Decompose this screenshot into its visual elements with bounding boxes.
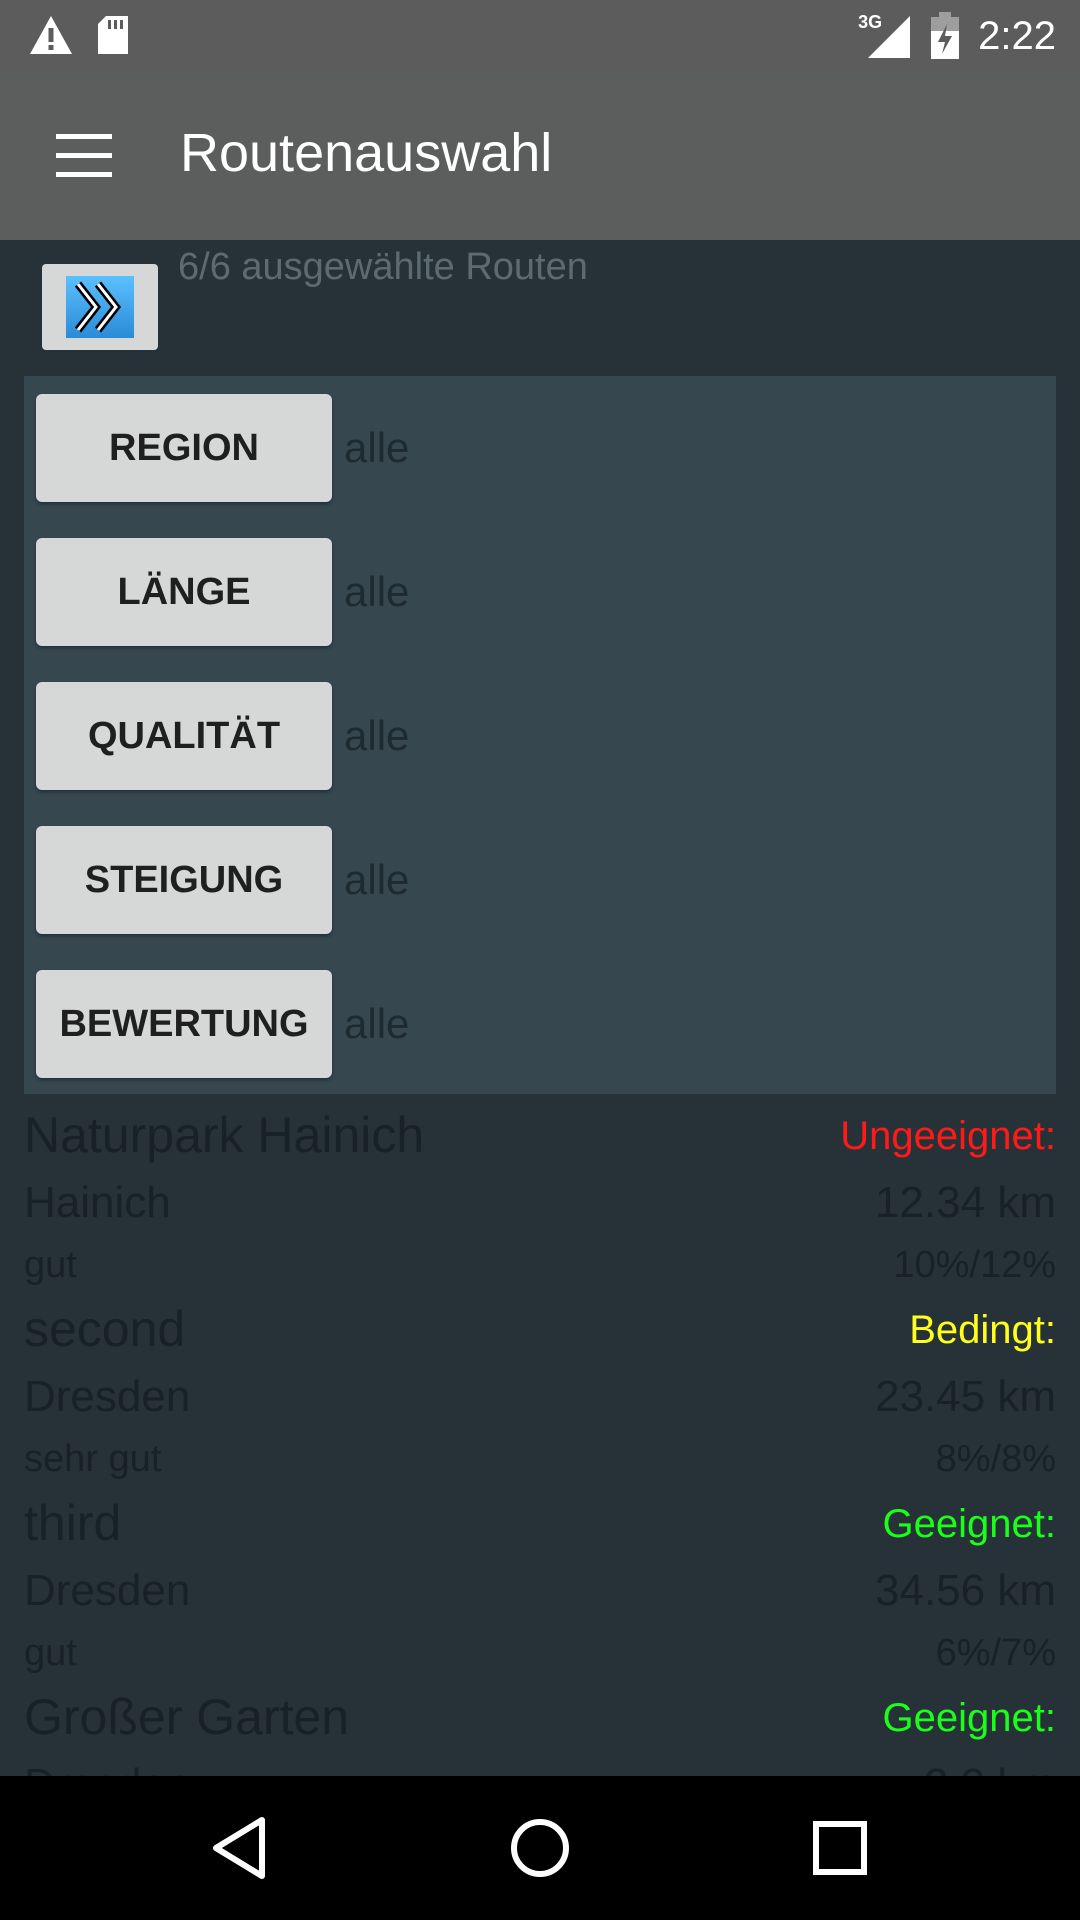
route-status: Geeignet: <box>882 1502 1056 1546</box>
route-slope: 6%/7% <box>935 1632 1056 1674</box>
status-right-icons: 3G 2:22 <box>858 12 1056 60</box>
route-slope: 8%/8% <box>935 1438 1056 1480</box>
filter-row-rating: BEWERTUNG alle <box>36 970 1036 1078</box>
slope-filter-value: alle <box>344 856 410 903</box>
back-icon[interactable] <box>200 1808 280 1888</box>
hamburger-menu-icon[interactable] <box>56 134 112 178</box>
route-status: Ungeeignet: <box>840 1114 1056 1158</box>
status-left-icons <box>28 14 130 56</box>
selected-routes-count: 6/6 ausgewählte Routen <box>178 246 588 288</box>
region-filter-button[interactable]: REGION <box>36 394 332 502</box>
length-filter-value: alle <box>344 568 410 615</box>
status-bar: 3G 2:22 <box>0 0 1080 72</box>
rating-filter-button[interactable]: BEWERTUNG <box>36 970 332 1078</box>
route-region: Dresden <box>24 1372 191 1421</box>
route-status: Bedingt: <box>909 1308 1056 1352</box>
sd-card-icon <box>98 16 128 54</box>
route-region: Dresden <box>24 1760 190 1776</box>
quality-filter-value: alle <box>344 712 410 759</box>
route-name: third <box>24 1495 122 1551</box>
route-region: Dresden <box>24 1566 191 1615</box>
battery-icon <box>931 12 960 59</box>
quality-filter-button[interactable]: QUALITÄT <box>36 682 332 790</box>
route-length: 34.56 km <box>875 1566 1056 1615</box>
route-length: 2.3 km <box>924 1760 1056 1776</box>
warning-icon <box>30 16 72 54</box>
route-list[interactable]: Naturpark Hainich Ungeeignet: Hainich 12… <box>0 1094 1080 1776</box>
home-icon[interactable] <box>500 1808 580 1888</box>
route-name: second <box>24 1301 186 1357</box>
rating-filter-value: alle <box>344 1000 410 1047</box>
route-slope: 10%/12% <box>893 1244 1056 1286</box>
signal-icon: 3G <box>858 12 912 60</box>
route-name: Großer Garten <box>24 1689 350 1745</box>
double-chevron-right-icon <box>66 276 134 338</box>
navigation-bar <box>0 1776 1080 1920</box>
route-length: 23.45 km <box>875 1372 1056 1421</box>
app-bar: Routenauswahl <box>0 72 1080 240</box>
route-name: Naturpark Hainich <box>24 1107 425 1163</box>
forward-button[interactable] <box>42 264 158 350</box>
slope-filter-button[interactable]: STEIGUNG <box>36 826 332 934</box>
route-quality: gut <box>24 1632 77 1674</box>
route-length: 12.34 km <box>875 1178 1056 1227</box>
filter-row-region: REGION alle <box>36 394 1036 502</box>
length-filter-button[interactable]: LÄNGE <box>36 538 332 646</box>
clock: 2:22 <box>978 13 1056 58</box>
page-title: Routenauswahl <box>180 123 553 183</box>
selection-header: 6/6 ausgewählte Routen <box>0 240 1080 376</box>
recents-icon[interactable] <box>800 1808 880 1888</box>
route-quality: gut <box>24 1244 77 1286</box>
route-quality: sehr gut <box>24 1438 162 1480</box>
filter-panel: REGION alle LÄNGE alle QUALITÄT alle STE… <box>24 376 1056 1094</box>
filter-row-quality: QUALITÄT alle <box>36 682 1036 790</box>
route-status: Geeignet: <box>882 1696 1056 1740</box>
filter-row-slope: STEIGUNG alle <box>36 826 1036 934</box>
region-filter-value: alle <box>344 424 410 471</box>
filter-row-length: LÄNGE alle <box>36 538 1036 646</box>
route-region: Hainich <box>24 1178 171 1227</box>
